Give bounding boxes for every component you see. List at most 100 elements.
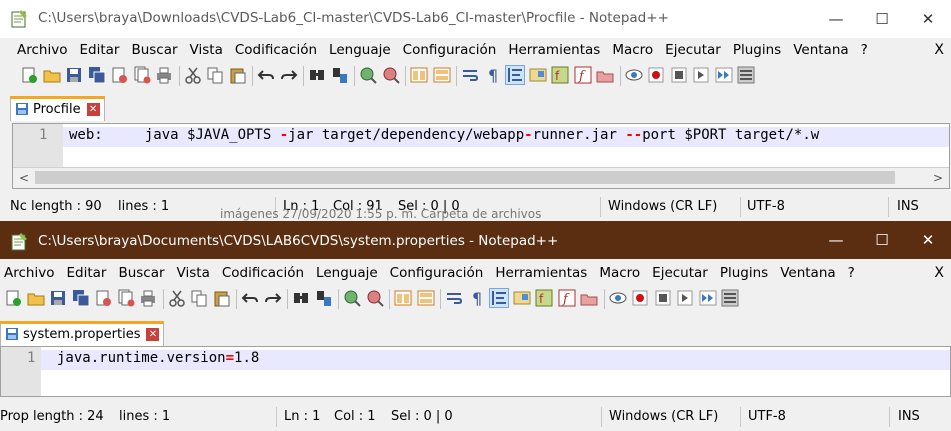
sync-horizontal-icon[interactable]	[433, 66, 451, 84]
run-macro-multiple-icon[interactable]	[676, 289, 694, 307]
horizontal-scrollbar[interactable]: < >	[13, 167, 949, 188]
menu-help[interactable]: ?	[842, 265, 861, 281]
indent-guide-icon[interactable]	[489, 288, 509, 308]
menu-editar[interactable]: Editar	[60, 265, 112, 281]
open-file-icon[interactable]	[27, 289, 45, 307]
menu-herramientas[interactable]: Herramientas	[489, 265, 593, 281]
close-all-icon[interactable]	[117, 289, 135, 307]
function-list-icon[interactable]: f	[535, 289, 553, 307]
monitoring-icon[interactable]	[596, 66, 614, 84]
close-icon[interactable]	[94, 289, 112, 307]
find-icon[interactable]	[292, 289, 310, 307]
save-icon[interactable]	[65, 66, 83, 84]
menu-ventana[interactable]: Ventana	[774, 265, 841, 281]
macro-list-icon[interactable]	[737, 66, 755, 84]
editor-area[interactable]: 1 java.runtime.version=1.8	[0, 346, 951, 397]
redo-icon[interactable]	[264, 289, 282, 307]
editor-area[interactable]: 1 web: java $JAVA_OPTS -jar target/depen…	[12, 123, 950, 189]
zoom-in-icon[interactable]	[343, 289, 361, 307]
undo-icon[interactable]	[241, 289, 259, 307]
folder-workspace-icon[interactable]: f	[558, 289, 576, 307]
save-all-icon[interactable]	[88, 66, 106, 84]
maximize-button[interactable]: ☐	[859, 0, 905, 38]
menu-configuracion[interactable]: Configuración	[397, 42, 503, 58]
print-icon[interactable]	[155, 66, 173, 84]
menu-plugins[interactable]: Plugins	[727, 42, 787, 58]
replace-icon[interactable]	[331, 66, 349, 84]
save-macro-icon[interactable]	[715, 66, 733, 84]
print-icon[interactable]	[139, 289, 157, 307]
close-all-icon[interactable]	[133, 66, 151, 84]
menu-buscar[interactable]: Buscar	[125, 42, 183, 58]
show-all-chars-icon[interactable]: ¶	[484, 66, 502, 85]
replace-icon[interactable]	[315, 289, 333, 307]
redo-icon[interactable]	[280, 66, 298, 84]
menu-plugins[interactable]: Plugins	[714, 265, 774, 281]
menu-ventana[interactable]: Ventana	[787, 42, 854, 58]
record-macro-icon[interactable]	[609, 289, 627, 307]
find-icon[interactable]	[308, 66, 326, 84]
minimize-button[interactable]: —	[813, 221, 859, 259]
copy-icon[interactable]	[206, 66, 224, 84]
code-line[interactable]: web: java $JAVA_OPTS -jar target/depende…	[69, 127, 819, 143]
close-document-button[interactable]: X	[934, 42, 944, 58]
close-window-button[interactable]: ✕	[905, 0, 951, 38]
close-window-button[interactable]: ✕	[905, 221, 951, 259]
tab-close-icon[interactable]: ✕	[86, 102, 100, 116]
close-document-button[interactable]: X	[934, 265, 944, 281]
sync-vertical-icon[interactable]	[410, 66, 428, 84]
stop-macro-icon[interactable]	[647, 66, 665, 84]
menu-archivo[interactable]: Archivo	[0, 42, 73, 58]
indent-guide-icon[interactable]	[505, 65, 525, 85]
code-line[interactable]: java.runtime.version=1.8	[57, 350, 259, 366]
menu-codificacion[interactable]: Codificación	[229, 42, 323, 58]
word-wrap-icon[interactable]	[445, 289, 463, 307]
tab-procfile[interactable]: Procfile ✕	[10, 96, 105, 121]
macro-list-icon[interactable]	[721, 289, 739, 307]
zoom-out-icon[interactable]	[366, 289, 384, 307]
menu-buscar[interactable]: Buscar	[112, 265, 170, 281]
title-bar[interactable]: C:\Users\braya\Downloads\CVDS-Lab6_CI-ma…	[0, 0, 951, 38]
play-macro-icon[interactable]	[654, 289, 672, 307]
menu-configuracion[interactable]: Configuración	[384, 265, 490, 281]
scroll-left-icon[interactable]: <	[15, 169, 33, 187]
show-all-chars-icon[interactable]: ¶	[468, 289, 486, 308]
zoom-in-icon[interactable]	[359, 66, 377, 84]
menu-herramientas[interactable]: Herramientas	[502, 42, 606, 58]
maximize-button[interactable]: ☐	[859, 221, 905, 259]
save-macro-icon[interactable]	[699, 289, 717, 307]
scroll-right-icon[interactable]: >	[929, 169, 947, 187]
sync-horizontal-icon[interactable]	[417, 289, 435, 307]
paste-icon[interactable]	[229, 66, 247, 84]
run-macro-multiple-icon[interactable]	[692, 66, 710, 84]
sync-vertical-icon[interactable]	[394, 289, 412, 307]
paste-icon[interactable]	[213, 289, 231, 307]
menu-lenguaje[interactable]: Lenguaje	[310, 265, 384, 281]
menu-lenguaje[interactable]: Lenguaje	[323, 42, 397, 58]
function-list-icon[interactable]: f	[551, 66, 569, 84]
play-macro-icon[interactable]	[670, 66, 688, 84]
folder-workspace-icon[interactable]: f	[574, 66, 592, 84]
menu-vista[interactable]: Vista	[171, 265, 216, 281]
tab-system-properties[interactable]: system.properties ✕	[0, 321, 165, 346]
undo-icon[interactable]	[257, 66, 275, 84]
monitoring-icon[interactable]	[580, 289, 598, 307]
new-file-icon[interactable]	[4, 289, 22, 307]
menu-codificacion[interactable]: Codificación	[216, 265, 310, 281]
close-icon[interactable]	[110, 66, 128, 84]
menu-editar[interactable]: Editar	[73, 42, 125, 58]
record-macro-icon[interactable]	[625, 66, 643, 84]
zoom-out-icon[interactable]	[382, 66, 400, 84]
menu-archivo[interactable]: Archivo	[0, 265, 60, 281]
menu-ejecutar[interactable]: Ejecutar	[659, 42, 727, 58]
save-all-icon[interactable]	[72, 289, 90, 307]
open-file-icon[interactable]	[43, 66, 61, 84]
scroll-thumb[interactable]	[35, 171, 895, 184]
cut-icon[interactable]	[184, 66, 202, 84]
menu-ejecutar[interactable]: Ejecutar	[646, 265, 714, 281]
doc-map-icon[interactable]	[513, 289, 531, 307]
minimize-button[interactable]: —	[813, 0, 859, 38]
word-wrap-icon[interactable]	[461, 66, 479, 84]
menu-help[interactable]: ?	[855, 42, 874, 58]
doc-map-icon[interactable]	[529, 66, 547, 84]
